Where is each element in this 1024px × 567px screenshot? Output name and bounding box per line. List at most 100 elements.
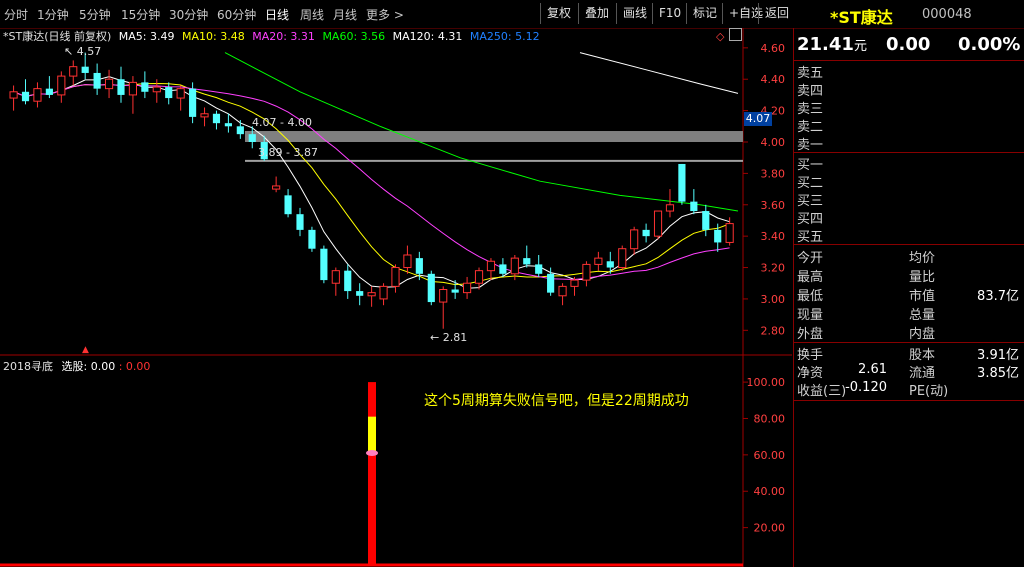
candle-body	[558, 285, 567, 297]
candle-body	[403, 254, 412, 269]
nav-value: 2.61	[858, 362, 887, 377]
sub-tick-label: 20.00	[754, 522, 786, 535]
candle-body	[570, 279, 579, 287]
f10-button[interactable]: F10	[652, 3, 687, 24]
candle-body	[93, 72, 101, 89]
tab-1min[interactable]: 1分钟	[37, 6, 69, 23]
candle-body	[486, 260, 496, 272]
maximize-icon[interactable]	[729, 28, 742, 41]
share-cap-label: 股本	[909, 348, 936, 363]
candle-body	[439, 289, 448, 303]
buy-level-label: 买五	[797, 230, 824, 245]
overlay-button[interactable]: 叠加	[578, 3, 615, 24]
indicator-name: 2018寻底	[3, 360, 53, 373]
ma20-value: MA20: 3.31	[252, 30, 315, 43]
y-tick-label: 3.20	[761, 262, 786, 275]
stock-code: 000048	[922, 7, 972, 22]
y-tick-label: 2.80	[761, 324, 786, 337]
y-tick-label: 4.60	[761, 42, 786, 55]
draw-line-button[interactable]: 画线	[616, 3, 653, 24]
tab-timeshare[interactable]: 分时	[4, 6, 28, 23]
sell-level-5: 卖五	[794, 62, 1024, 81]
candle-body	[236, 126, 244, 135]
chart-area[interactable]: 4.60 4.40 4.20 4.00 3.80 3.60 3.40 3.20 3.00 2.80…	[0, 28, 792, 567]
adjust-button[interactable]: 复权	[540, 3, 577, 24]
quote-row: 今开 均价	[794, 247, 1024, 266]
price-tag: 4.07	[744, 112, 772, 126]
candle	[451, 280, 459, 299]
turnover-label: 换手	[797, 348, 824, 363]
signal-bar	[368, 382, 376, 564]
tab-15min[interactable]: 15分钟	[121, 6, 160, 23]
candle-body	[45, 88, 53, 95]
candle-body	[117, 79, 125, 95]
candle-body	[594, 257, 603, 265]
sell-level-2: 卖二	[794, 116, 1024, 135]
y-tick-label: 3.40	[761, 230, 786, 243]
chart-svg[interactable]: 4.604.404.204.003.803.603.403.203.002.80…	[0, 28, 792, 567]
candle	[690, 189, 698, 215]
candle-body	[284, 195, 292, 215]
quote-row: 外盘 内盘	[794, 323, 1024, 342]
buy-level-3: 买三	[794, 190, 1024, 209]
candle	[665, 189, 675, 218]
candle-body	[104, 78, 114, 90]
sell-level-label: 卖二	[797, 120, 824, 135]
market-cap-value: 83.7亿	[977, 289, 1019, 304]
candle-body	[81, 66, 89, 73]
zone2-label: 3.89 - 3.87	[258, 146, 318, 159]
candle-body	[474, 270, 484, 284]
candle	[45, 76, 53, 99]
tab-60min[interactable]: 60分钟	[217, 6, 256, 23]
quote-left-label: 现量	[797, 308, 824, 323]
buy-level-1: 买一	[794, 154, 1024, 173]
candle	[308, 226, 316, 252]
candle	[463, 276, 472, 299]
candle	[165, 82, 173, 105]
y-tick-label: 4.00	[761, 136, 786, 149]
ma10-value: MA10: 3.48	[182, 30, 245, 43]
quote-row: 最低 市值 83.7亿	[794, 285, 1024, 304]
candle	[57, 71, 66, 103]
candle	[176, 85, 185, 111]
candle-body	[176, 88, 185, 99]
quote-panel: 21.41元 0.00 0.00% 卖五 卖四 卖三 卖二 卖一 买一 买二 买三 买四 买五 …	[793, 28, 1024, 567]
candle-body	[165, 87, 173, 99]
candle	[379, 283, 388, 306]
candle-body	[463, 282, 472, 294]
chart-title: *ST康达(日线 前复权)	[3, 30, 112, 43]
candle-body	[725, 223, 734, 243]
sell-level-4: 卖四	[794, 80, 1024, 99]
sell-level-label: 卖五	[797, 66, 824, 81]
sub-tick-label: 60.00	[754, 449, 786, 462]
mark-button[interactable]: 标记	[686, 3, 723, 24]
candle-body	[367, 292, 376, 297]
sell-level-1: 卖一	[794, 134, 1024, 153]
quote-right-label: 量比	[909, 270, 936, 285]
tab-30min[interactable]: 30分钟	[169, 6, 208, 23]
candle-body	[427, 273, 435, 303]
tab-5min[interactable]: 5分钟	[79, 6, 111, 23]
low-value: 2.81	[442, 331, 468, 344]
tab-daily[interactable]: 日线	[265, 6, 289, 23]
back-button[interactable]: 返回	[758, 3, 795, 24]
tab-weekly[interactable]: 周线	[300, 6, 324, 23]
tab-more[interactable]: 更多 >	[366, 6, 404, 23]
buy-level-label: 买二	[797, 176, 824, 191]
quote-right-label: 均价	[909, 251, 936, 266]
candle	[499, 258, 507, 277]
sub-tick-label: 40.00	[754, 485, 786, 498]
diamond-icon[interactable]: ◇	[716, 30, 724, 43]
candle-body	[665, 204, 675, 212]
candle-body	[69, 66, 78, 77]
buy-level-2: 买二	[794, 172, 1024, 191]
tab-monthly[interactable]: 月线	[333, 6, 357, 23]
candle-body	[9, 91, 18, 99]
candle	[391, 264, 400, 293]
candle	[141, 71, 149, 99]
candle	[653, 210, 663, 240]
candle	[320, 245, 328, 284]
quote-left-label: 最低	[797, 289, 824, 304]
quote-row: 现量 总量	[794, 304, 1024, 323]
candle-body	[499, 264, 507, 274]
